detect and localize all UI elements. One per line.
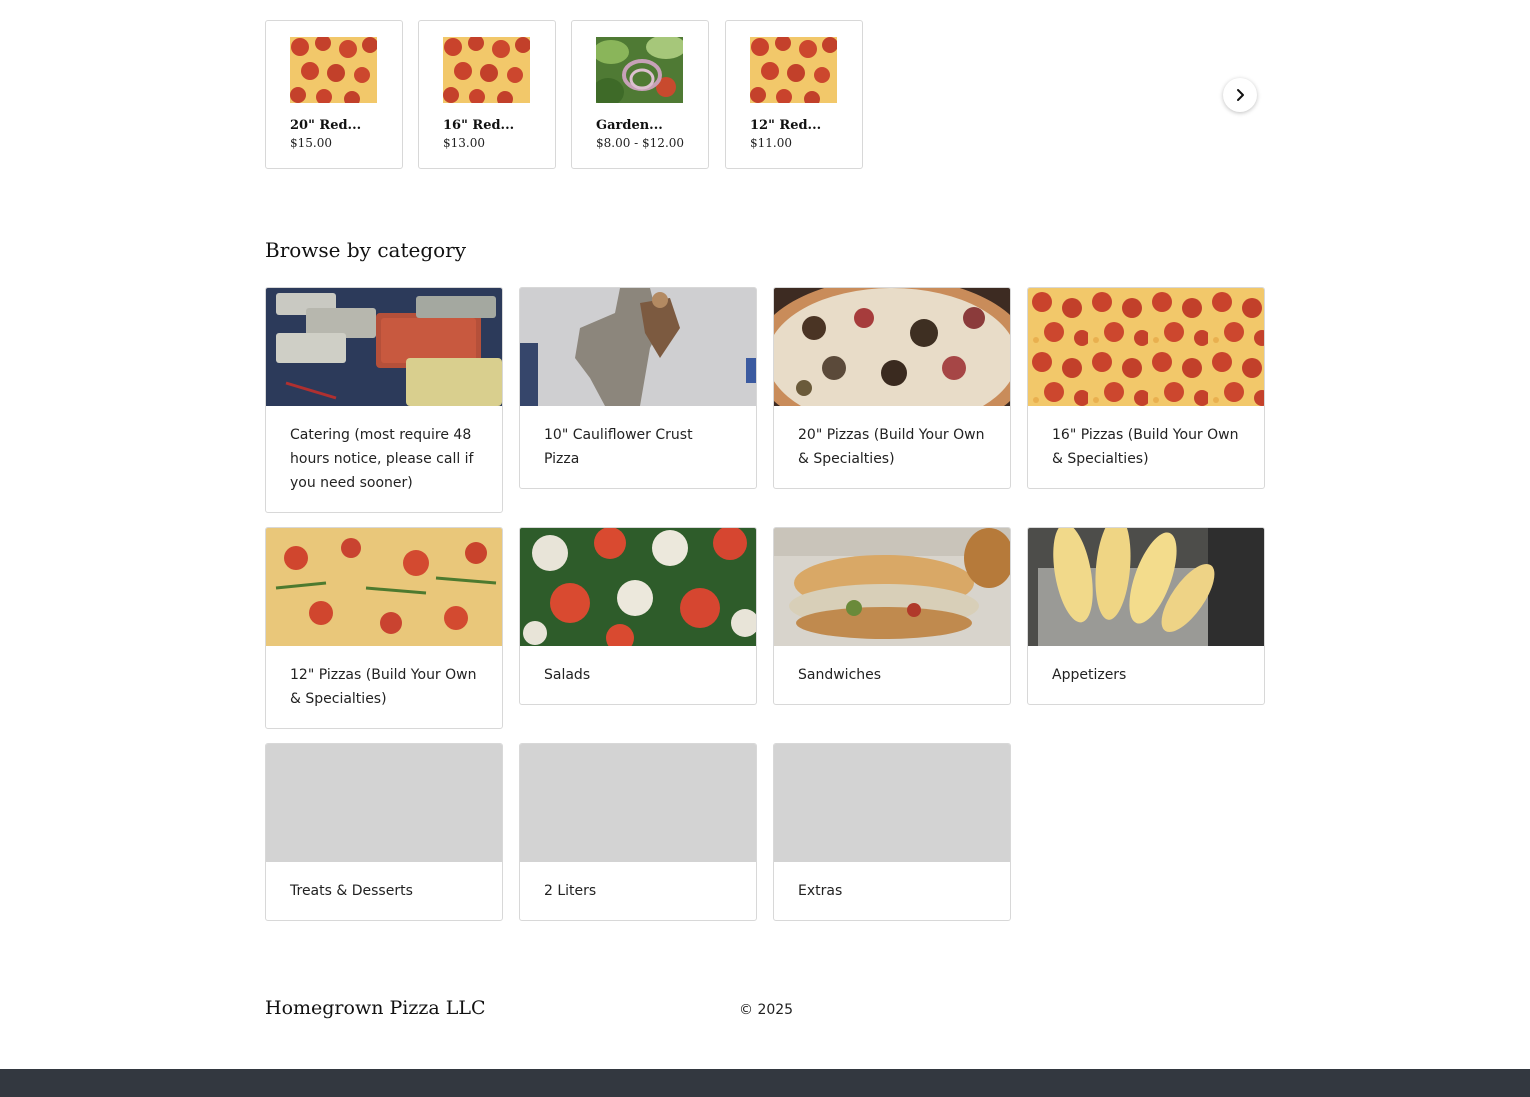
category-card-2-liters[interactable]: 2 Liters — [519, 743, 757, 921]
featured-item-card[interactable]: 12" Red... $11.00 — [725, 20, 863, 169]
category-label: 2 Liters — [544, 883, 597, 899]
category-image-placeholder — [774, 744, 1010, 862]
chevron-right-icon — [1237, 89, 1244, 101]
category-label: Sandwiches — [798, 667, 882, 683]
pepperoni-pizza-image — [443, 37, 530, 103]
category-label: 16" Pizzas (Build Your Own & Specialties… — [1052, 427, 1239, 467]
featured-item-price: $8.00 - $12.00 — [596, 136, 685, 150]
browse-section-title: Browse by category — [265, 238, 467, 262]
pepperoni-pizza-image — [750, 37, 837, 103]
category-label: 20" Pizzas (Build Your Own & Specialties… — [798, 427, 985, 467]
category-label: Appetizers — [1052, 667, 1127, 683]
featured-item-card[interactable]: 20" Red... $15.00 — [265, 20, 403, 169]
category-card-extras[interactable]: Extras — [773, 743, 1011, 921]
featured-item-price: $13.00 — [443, 136, 485, 150]
category-card-treats-desserts[interactable]: Treats & Desserts — [265, 743, 503, 921]
category-label: Catering (most require 48 hours notice, … — [290, 427, 474, 491]
category-label: Treats & Desserts — [290, 883, 413, 899]
category-label: Extras — [798, 883, 843, 899]
category-card-salads[interactable]: Salads — [519, 527, 757, 705]
specialty-pizza-image — [774, 288, 1010, 406]
category-image-placeholder — [266, 744, 502, 862]
featured-item-price: $11.00 — [750, 136, 792, 150]
carousel-next-button[interactable] — [1223, 78, 1257, 112]
category-card-20-pizzas[interactable]: 20" Pizzas (Build Your Own & Specialties… — [773, 287, 1011, 489]
pepperoni-pizza-image — [290, 37, 377, 103]
category-card-cauliflower-pizza[interactable]: 10" Cauliflower Crust Pizza — [519, 287, 757, 489]
breadsticks-image — [1028, 528, 1264, 646]
caprese-salad-image — [520, 528, 756, 646]
category-label: 10" Cauliflower Crust Pizza — [544, 427, 693, 467]
tomato-pizza-image — [266, 528, 502, 646]
wood-state-sign-image — [520, 288, 756, 406]
catering-trays-image — [266, 288, 502, 406]
category-card-appetizers[interactable]: Appetizers — [1027, 527, 1265, 705]
category-image-placeholder — [520, 744, 756, 862]
category-card-12-pizzas[interactable]: 12" Pizzas (Build Your Own & Specialties… — [265, 527, 503, 729]
category-card-16-pizzas[interactable]: 16" Pizzas (Build Your Own & Specialties… — [1027, 287, 1265, 489]
featured-item-price: $15.00 — [290, 136, 332, 150]
featured-carousel: 20" Red... $15.00 16" Red... $13.00 Gard… — [265, 20, 1265, 170]
featured-item-name: Garden... — [596, 118, 663, 133]
footer-copyright: © 2025 — [739, 1002, 794, 1018]
category-card-sandwiches[interactable]: Sandwiches — [773, 527, 1011, 705]
featured-item-name: 12" Red... — [750, 118, 822, 133]
footer-brand-name: Homegrown Pizza LLC — [265, 997, 486, 1019]
featured-item-name: 20" Red... — [290, 118, 362, 133]
featured-item-card[interactable]: Garden... $8.00 - $12.00 — [571, 20, 709, 169]
featured-item-card[interactable]: 16" Red... $13.00 — [418, 20, 556, 169]
sandwich-image — [774, 528, 1010, 646]
garden-salad-image — [596, 37, 683, 103]
featured-item-name: 16" Red... — [443, 118, 515, 133]
category-label: 12" Pizzas (Build Your Own & Specialties… — [290, 667, 477, 707]
category-card-catering[interactable]: Catering (most require 48 hours notice, … — [265, 287, 503, 513]
pepperoni-pizza-image — [1028, 288, 1264, 406]
category-label: Salads — [544, 667, 591, 683]
bottom-bar — [0, 1069, 1530, 1097]
